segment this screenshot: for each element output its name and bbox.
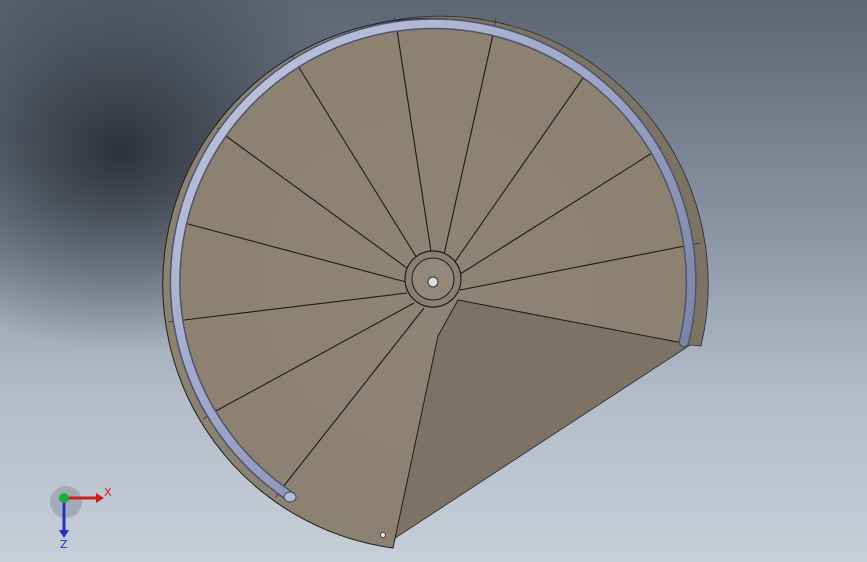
coordinate-triad: X Z — [50, 486, 112, 550]
handrail-end-cap — [283, 491, 297, 503]
bolt-hole — [380, 532, 386, 538]
z-axis-arrow — [59, 530, 69, 538]
center-pole-hole — [427, 276, 439, 288]
y-axis-marker — [59, 493, 69, 503]
cad-viewport[interactable]: X Z — [0, 0, 867, 562]
staircase-model[interactable] — [0, 0, 867, 562]
x-axis-arrow — [96, 493, 104, 503]
x-axis-label: X — [104, 486, 112, 499]
z-axis-label: Z — [60, 538, 68, 550]
